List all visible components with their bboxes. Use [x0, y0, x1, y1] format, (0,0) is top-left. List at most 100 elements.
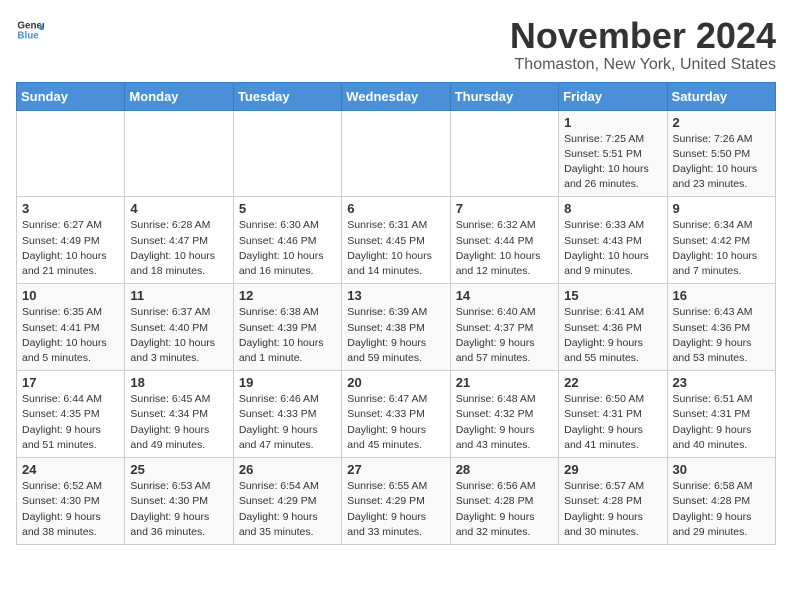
- calendar-cell: 13 Sunrise: 6:39 AM Sunset: 4:38 PM Dayli…: [342, 284, 450, 371]
- day-info: Sunrise: 6:28 AM Sunset: 4:47 PM Dayligh…: [130, 218, 227, 279]
- day-info: Sunrise: 6:50 AM Sunset: 4:31 PM Dayligh…: [564, 392, 661, 453]
- day-number: 1: [564, 115, 661, 130]
- calendar-cell: 27 Sunrise: 6:55 AM Sunset: 4:29 PM Dayli…: [342, 458, 450, 545]
- day-info: Sunrise: 6:37 AM Sunset: 4:40 PM Dayligh…: [130, 305, 227, 366]
- calendar-cell: 25 Sunrise: 6:53 AM Sunset: 4:30 PM Dayli…: [125, 458, 233, 545]
- calendar-cell: 15 Sunrise: 6:41 AM Sunset: 4:36 PM Dayli…: [559, 284, 667, 371]
- day-number: 7: [456, 201, 553, 216]
- calendar-body: 1Sunrise: 7:25 AM Sunset: 5:51 PM Daylig…: [17, 110, 776, 544]
- weekday-header: Sunday: [17, 82, 125, 110]
- day-number: 25: [130, 462, 227, 477]
- day-number: 16: [673, 288, 770, 303]
- calendar-cell: 14 Sunrise: 6:40 AM Sunset: 4:37 PM Dayli…: [450, 284, 558, 371]
- title-area: November 2024 Thomaston, New York, Unite…: [510, 16, 776, 74]
- day-info: Sunrise: 6:40 AM Sunset: 4:37 PM Dayligh…: [456, 305, 553, 366]
- calendar-cell: 24Sunrise: 6:52 AM Sunset: 4:30 PM Dayli…: [17, 458, 125, 545]
- day-info: Sunrise: 7:26 AM Sunset: 5:50 PM Dayligh…: [673, 132, 770, 193]
- calendar-table: SundayMondayTuesdayWednesdayThursdayFrid…: [16, 82, 776, 545]
- calendar-cell: 7 Sunrise: 6:32 AM Sunset: 4:44 PM Daylig…: [450, 197, 558, 284]
- calendar-cell: 29Sunrise: 6:57 AM Sunset: 4:28 PM Dayli…: [559, 458, 667, 545]
- calendar-cell: 6 Sunrise: 6:31 AM Sunset: 4:45 PM Daylig…: [342, 197, 450, 284]
- day-info: Sunrise: 6:33 AM Sunset: 4:43 PM Dayligh…: [564, 218, 661, 279]
- location: Thomaston, New York, United States: [510, 56, 776, 74]
- calendar-cell: 23 Sunrise: 6:51 AM Sunset: 4:31 PM Dayli…: [667, 371, 775, 458]
- day-info: Sunrise: 6:51 AM Sunset: 4:31 PM Dayligh…: [673, 392, 770, 453]
- day-info: Sunrise: 6:31 AM Sunset: 4:45 PM Dayligh…: [347, 218, 444, 279]
- calendar-cell: 11 Sunrise: 6:37 AM Sunset: 4:40 PM Dayli…: [125, 284, 233, 371]
- day-number: 27: [347, 462, 444, 477]
- day-info: Sunrise: 6:58 AM Sunset: 4:28 PM Dayligh…: [673, 479, 770, 540]
- day-number: 26: [239, 462, 336, 477]
- day-info: Sunrise: 6:41 AM Sunset: 4:36 PM Dayligh…: [564, 305, 661, 366]
- day-number: 8: [564, 201, 661, 216]
- calendar-week-row: 17 Sunrise: 6:44 AM Sunset: 4:35 PM Dayli…: [17, 371, 776, 458]
- day-number: 9: [673, 201, 770, 216]
- logo: General Blue: [16, 16, 44, 44]
- calendar-cell: 21Sunrise: 6:48 AM Sunset: 4:32 PM Dayli…: [450, 371, 558, 458]
- calendar-cell: 18Sunrise: 6:45 AM Sunset: 4:34 PM Dayli…: [125, 371, 233, 458]
- calendar-cell: 16 Sunrise: 6:43 AM Sunset: 4:36 PM Dayli…: [667, 284, 775, 371]
- day-number: 17: [22, 375, 119, 390]
- weekday-header: Tuesday: [233, 82, 341, 110]
- weekday-header: Monday: [125, 82, 233, 110]
- calendar-cell: 8 Sunrise: 6:33 AM Sunset: 4:43 PM Daylig…: [559, 197, 667, 284]
- day-info: Sunrise: 6:34 AM Sunset: 4:42 PM Dayligh…: [673, 218, 770, 279]
- day-number: 23: [673, 375, 770, 390]
- day-number: 12: [239, 288, 336, 303]
- day-info: Sunrise: 6:45 AM Sunset: 4:34 PM Dayligh…: [130, 392, 227, 453]
- weekday-header: Wednesday: [342, 82, 450, 110]
- calendar-cell: 2 Sunrise: 7:26 AM Sunset: 5:50 PM Daylig…: [667, 110, 775, 197]
- day-info: Sunrise: 6:52 AM Sunset: 4:30 PM Dayligh…: [22, 479, 119, 540]
- day-number: 10: [22, 288, 119, 303]
- svg-text:Blue: Blue: [17, 30, 39, 41]
- calendar-cell: 22Sunrise: 6:50 AM Sunset: 4:31 PM Dayli…: [559, 371, 667, 458]
- calendar-cell: 4Sunrise: 6:28 AM Sunset: 4:47 PM Daylig…: [125, 197, 233, 284]
- day-info: Sunrise: 6:32 AM Sunset: 4:44 PM Dayligh…: [456, 218, 553, 279]
- weekday-header: Friday: [559, 82, 667, 110]
- calendar-cell: [125, 110, 233, 197]
- calendar-cell: 10 Sunrise: 6:35 AM Sunset: 4:41 PM Dayli…: [17, 284, 125, 371]
- weekday-header: Thursday: [450, 82, 558, 110]
- calendar-cell: [17, 110, 125, 197]
- day-number: 19: [239, 375, 336, 390]
- calendar-cell: 20Sunrise: 6:47 AM Sunset: 4:33 PM Dayli…: [342, 371, 450, 458]
- day-info: Sunrise: 6:55 AM Sunset: 4:29 PM Dayligh…: [347, 479, 444, 540]
- day-info: Sunrise: 6:53 AM Sunset: 4:30 PM Dayligh…: [130, 479, 227, 540]
- day-number: 30: [673, 462, 770, 477]
- calendar-cell: 28Sunrise: 6:56 AM Sunset: 4:28 PM Dayli…: [450, 458, 558, 545]
- calendar-week-row: 1Sunrise: 7:25 AM Sunset: 5:51 PM Daylig…: [17, 110, 776, 197]
- calendar-cell: 3 Sunrise: 6:27 AM Sunset: 4:49 PM Daylig…: [17, 197, 125, 284]
- calendar-cell: 5Sunrise: 6:30 AM Sunset: 4:46 PM Daylig…: [233, 197, 341, 284]
- day-number: 11: [130, 288, 227, 303]
- day-info: Sunrise: 6:47 AM Sunset: 4:33 PM Dayligh…: [347, 392, 444, 453]
- weekday-header: Saturday: [667, 82, 775, 110]
- month-title: November 2024: [510, 16, 776, 56]
- calendar-cell: 9 Sunrise: 6:34 AM Sunset: 4:42 PM Daylig…: [667, 197, 775, 284]
- day-number: 21: [456, 375, 553, 390]
- calendar-cell: 30 Sunrise: 6:58 AM Sunset: 4:28 PM Dayli…: [667, 458, 775, 545]
- day-info: Sunrise: 6:38 AM Sunset: 4:39 PM Dayligh…: [239, 305, 336, 366]
- day-info: Sunrise: 6:44 AM Sunset: 4:35 PM Dayligh…: [22, 392, 119, 453]
- day-info: Sunrise: 6:39 AM Sunset: 4:38 PM Dayligh…: [347, 305, 444, 366]
- day-number: 2: [673, 115, 770, 130]
- day-number: 6: [347, 201, 444, 216]
- calendar-cell: 12 Sunrise: 6:38 AM Sunset: 4:39 PM Dayli…: [233, 284, 341, 371]
- day-number: 13: [347, 288, 444, 303]
- calendar-week-row: 3 Sunrise: 6:27 AM Sunset: 4:49 PM Daylig…: [17, 197, 776, 284]
- calendar-header: SundayMondayTuesdayWednesdayThursdayFrid…: [17, 82, 776, 110]
- day-number: 14: [456, 288, 553, 303]
- day-info: Sunrise: 6:43 AM Sunset: 4:36 PM Dayligh…: [673, 305, 770, 366]
- day-info: Sunrise: 6:35 AM Sunset: 4:41 PM Dayligh…: [22, 305, 119, 366]
- logo-icon: General Blue: [16, 16, 44, 44]
- day-info: Sunrise: 6:27 AM Sunset: 4:49 PM Dayligh…: [22, 218, 119, 279]
- day-number: 29: [564, 462, 661, 477]
- calendar-cell: [233, 110, 341, 197]
- calendar-week-row: 10 Sunrise: 6:35 AM Sunset: 4:41 PM Dayli…: [17, 284, 776, 371]
- header-row: SundayMondayTuesdayWednesdayThursdayFrid…: [17, 82, 776, 110]
- day-info: Sunrise: 6:30 AM Sunset: 4:46 PM Dayligh…: [239, 218, 336, 279]
- day-number: 15: [564, 288, 661, 303]
- day-info: Sunrise: 6:56 AM Sunset: 4:28 PM Dayligh…: [456, 479, 553, 540]
- day-number: 3: [22, 201, 119, 216]
- day-info: Sunrise: 6:46 AM Sunset: 4:33 PM Dayligh…: [239, 392, 336, 453]
- calendar-cell: 19 Sunrise: 6:46 AM Sunset: 4:33 PM Dayli…: [233, 371, 341, 458]
